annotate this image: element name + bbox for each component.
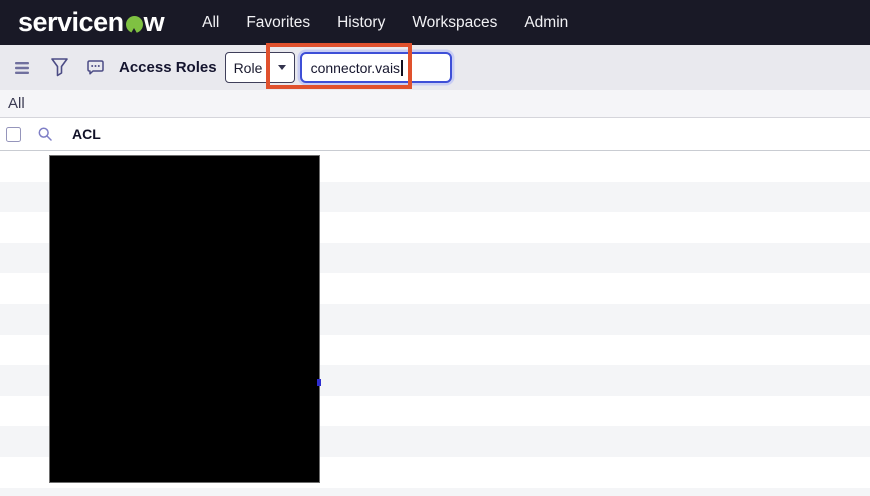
breadcrumb-all[interactable]: All [8,95,25,112]
table-header: ACL [0,118,870,151]
nav-item-workspaces[interactable]: Workspaces [412,14,497,32]
nav-item-favorites[interactable]: Favorites [246,14,310,32]
chat-icon[interactable] [87,60,104,75]
search-field-select[interactable]: Role [225,52,295,83]
primary-nav: All Favorites History Workspaces Admin [202,14,568,32]
servicenow-logo[interactable]: servicenow [18,7,164,38]
nav-item-admin[interactable]: Admin [524,14,568,32]
select-all-checkbox[interactable] [6,127,21,142]
nav-item-history[interactable]: History [337,14,385,32]
search-icon[interactable] [38,127,52,141]
top-navbar: servicenow All Favorites History Workspa… [0,0,870,45]
list-title: Access Roles [119,59,217,76]
nav-item-all[interactable]: All [202,14,219,32]
list-toolbar: Access Roles Role connector.vais [0,45,870,90]
breadcrumb: All [0,90,870,118]
search-field-select-value: Role [234,60,263,76]
link-fragment[interactable] [317,379,321,386]
filter-icon[interactable] [51,58,68,77]
logo-text-post: w [144,7,165,38]
chevron-down-icon [278,65,286,70]
search-input-value: connector.vais [311,60,401,76]
text-cursor [401,60,403,76]
logo-green-o-icon: o [126,16,143,33]
servicenow-app: servicenow All Favorites History Workspa… [0,0,870,496]
search-input[interactable]: connector.vais [300,52,452,83]
redacted-content [49,155,320,483]
table-row[interactable] [0,488,870,496]
menu-icon[interactable] [15,62,29,74]
column-header-acl[interactable]: ACL [72,126,101,142]
logo-text-pre: servicen [18,7,124,38]
